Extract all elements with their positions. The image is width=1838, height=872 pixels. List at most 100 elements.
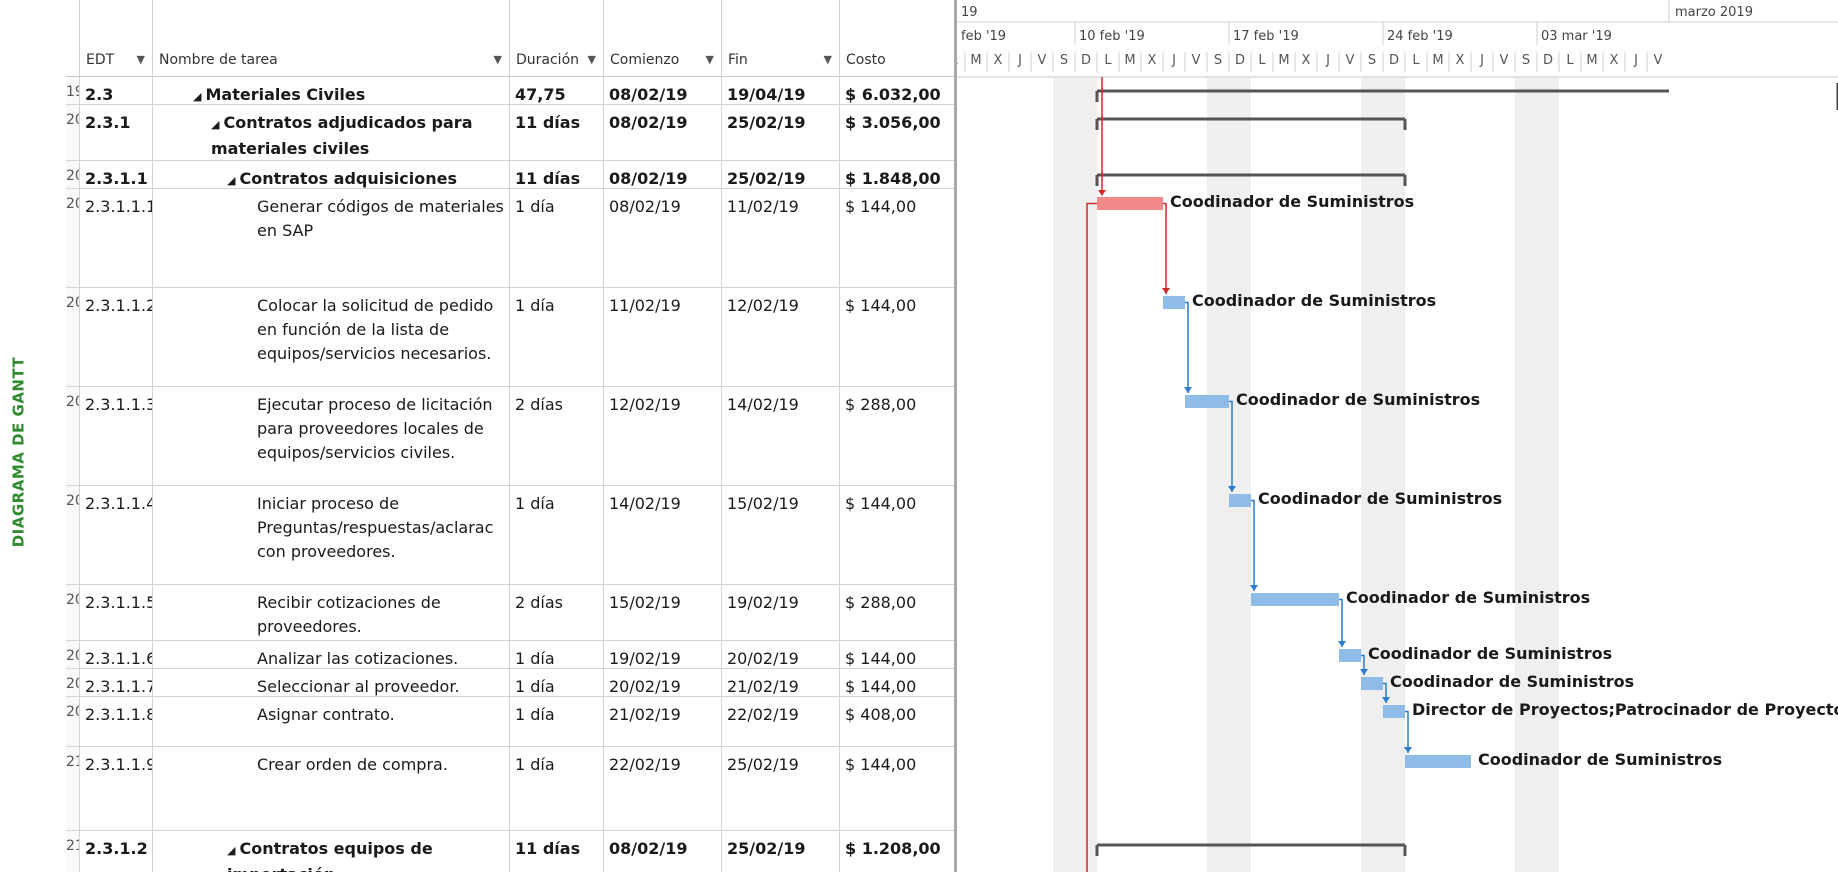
- task-row[interactable]: 210 2.3.1.1.9 Crear orden de compra. 1 día 2…: [66, 747, 954, 831]
- cost-cell[interactable]: $ 144,00: [840, 189, 954, 287]
- finish-cell[interactable]: 19/02/19: [722, 585, 840, 640]
- finish-cell[interactable]: 25/02/19: [722, 747, 840, 830]
- collapse-triangle-icon[interactable]: ◢: [227, 174, 235, 187]
- collapse-triangle-icon[interactable]: ◢: [193, 90, 201, 103]
- task-bar[interactable]: [1339, 649, 1361, 662]
- summary-task-row[interactable]: 199 2.3 ◢ Materiales Civiles 47,75 días 08/02…: [66, 77, 954, 105]
- row-id-cell[interactable]: 203: [66, 288, 80, 386]
- start-cell[interactable]: 08/02/19: [604, 77, 722, 104]
- task-row[interactable]: 205 2.3.1.1.4 Iniciar proceso de Preguntas…: [66, 486, 954, 585]
- row-id-cell[interactable]: 211: [66, 831, 80, 872]
- task-bar[interactable]: [1163, 296, 1185, 309]
- edt-cell[interactable]: 2.3.1.1.2: [80, 288, 153, 386]
- start-cell[interactable]: 11/02/19: [604, 288, 722, 386]
- row-id-cell[interactable]: 201: [66, 161, 80, 188]
- start-cell[interactable]: 08/02/19: [604, 105, 722, 160]
- duration-cell[interactable]: 11 días: [510, 105, 604, 160]
- finish-cell[interactable]: 22/02/19: [722, 697, 840, 746]
- name-cell[interactable]: Seleccionar al proveedor.: [153, 669, 510, 696]
- summary-task-row[interactable]: 211 2.3.1.2 ◢Contratos equipos de importac…: [66, 831, 954, 872]
- name-cell[interactable]: ◢Contratos equipos de importación: [153, 831, 510, 872]
- edt-cell[interactable]: 2.3: [80, 77, 153, 104]
- row-id-cell[interactable]: 205: [66, 486, 80, 584]
- collapse-triangle-icon[interactable]: ◢: [227, 844, 235, 857]
- start-cell[interactable]: 20/02/19: [604, 669, 722, 696]
- row-id-cell[interactable]: 206: [66, 585, 80, 640]
- cost-cell[interactable]: $ 144,00: [840, 288, 954, 386]
- task-bar[interactable]: [1405, 755, 1471, 768]
- edt-cell[interactable]: 2.3.1.1.9: [80, 747, 153, 830]
- finish-cell[interactable]: 25/02/19: [722, 161, 840, 188]
- finish-cell[interactable]: 19/04/19: [722, 77, 840, 104]
- start-cell[interactable]: 14/02/19: [604, 486, 722, 584]
- duration-cell[interactable]: 11 días: [510, 831, 604, 872]
- column-header-name[interactable]: Nombre de tarea ▼: [153, 0, 510, 77]
- task-row[interactable]: 203 2.3.1.1.2 Colocar la solicitud de pedi…: [66, 288, 954, 387]
- filter-dropdown-icon[interactable]: ▼: [137, 53, 145, 66]
- name-cell[interactable]: Analizar las cotizaciones.: [153, 641, 510, 668]
- edt-cell[interactable]: 2.3.1.1.6: [80, 641, 153, 668]
- edt-cell[interactable]: 2.3.1.1.3: [80, 387, 153, 485]
- duration-cell[interactable]: 1 día: [510, 189, 604, 287]
- finish-cell[interactable]: 14/02/19: [722, 387, 840, 485]
- cost-cell[interactable]: $ 1.848,00: [840, 161, 954, 188]
- start-cell[interactable]: 08/02/19: [604, 161, 722, 188]
- cost-cell[interactable]: $ 288,00: [840, 585, 954, 640]
- start-cell[interactable]: 15/02/19: [604, 585, 722, 640]
- edt-cell[interactable]: 2.3.1.1.5: [80, 585, 153, 640]
- edt-cell[interactable]: 2.3.1.1.1: [80, 189, 153, 287]
- cost-cell[interactable]: $ 144,00: [840, 669, 954, 696]
- duration-cell[interactable]: 1 día: [510, 697, 604, 746]
- duration-cell[interactable]: 1 día: [510, 669, 604, 696]
- finish-cell[interactable]: 15/02/19: [722, 486, 840, 584]
- column-header-id-col[interactable]: [66, 0, 80, 77]
- task-bar[interactable]: [1185, 395, 1229, 408]
- task-bar[interactable]: [1229, 494, 1251, 507]
- name-cell[interactable]: Generar códigos de materiales en SAP: [153, 189, 510, 287]
- filter-dropdown-icon[interactable]: ▼: [588, 53, 596, 66]
- cost-cell[interactable]: $ 144,00: [840, 747, 954, 830]
- cost-cell[interactable]: $ 1.208,00: [840, 831, 954, 872]
- filter-dropdown-icon[interactable]: ▼: [706, 53, 714, 66]
- cost-cell[interactable]: $ 144,00: [840, 641, 954, 668]
- duration-cell[interactable]: 1 día: [510, 747, 604, 830]
- gantt-chart-canvas[interactable]: 19 marzo 2019 feb '19 10 feb '19 17 feb '19 2…: [957, 0, 1838, 872]
- duration-cell[interactable]: 2 días: [510, 585, 604, 640]
- task-row[interactable]: 207 2.3.1.1.6 Analizar las cotizaciones. 1 …: [66, 641, 954, 669]
- name-cell[interactable]: Crear orden de compra.: [153, 747, 510, 830]
- edt-cell[interactable]: 2.3.1: [80, 105, 153, 160]
- task-row[interactable]: 204 2.3.1.1.3 Ejecutar proceso de licitaci…: [66, 387, 954, 486]
- cost-cell[interactable]: $ 3.056,00: [840, 105, 954, 160]
- summary-task-row[interactable]: 201 2.3.1.1 ◢ Contratos adquisiciones local…: [66, 161, 954, 189]
- task-bar[interactable]: [1251, 593, 1339, 606]
- duration-cell[interactable]: 1 día: [510, 288, 604, 386]
- name-cell[interactable]: Asignar contrato.: [153, 697, 510, 746]
- finish-cell[interactable]: 11/02/19: [722, 189, 840, 287]
- column-header-finish[interactable]: Fin ▼: [722, 0, 840, 77]
- duration-cell[interactable]: 1 día: [510, 641, 604, 668]
- finish-cell[interactable]: 25/02/19: [722, 105, 840, 160]
- finish-cell[interactable]: 12/02/19: [722, 288, 840, 386]
- row-id-cell[interactable]: 209: [66, 697, 80, 746]
- name-cell[interactable]: Iniciar proceso de Preguntas/respuestas/…: [153, 486, 510, 584]
- cost-cell[interactable]: $ 144,00: [840, 486, 954, 584]
- task-bar[interactable]: [1097, 197, 1163, 210]
- cost-cell[interactable]: $ 6.032,00: [840, 77, 954, 104]
- finish-cell[interactable]: 21/02/19: [722, 669, 840, 696]
- column-header-duration[interactable]: Duración ▼: [510, 0, 604, 77]
- edt-cell[interactable]: 2.3.1.1: [80, 161, 153, 188]
- view-label[interactable]: DIAGRAMA DE GANTT: [9, 357, 27, 548]
- task-row[interactable]: 202 2.3.1.1.1 Generar códigos de materiale…: [66, 189, 954, 288]
- row-id-cell[interactable]: 200: [66, 105, 80, 160]
- name-cell[interactable]: ◢ Contratos adjudicados para materiales c…: [153, 105, 510, 160]
- task-row[interactable]: 208 2.3.1.1.7 Seleccionar al proveedor. 1 d…: [66, 669, 954, 697]
- finish-cell[interactable]: 20/02/19: [722, 641, 840, 668]
- finish-cell[interactable]: 25/02/19: [722, 831, 840, 872]
- name-cell[interactable]: ◢ Contratos adquisiciones locales: [153, 161, 510, 188]
- name-cell[interactable]: Recibir cotizaciones de proveedores.: [153, 585, 510, 640]
- duration-cell[interactable]: 11 días: [510, 161, 604, 188]
- column-header-start[interactable]: Comienzo ▼: [604, 0, 722, 77]
- row-id-cell[interactable]: 204: [66, 387, 80, 485]
- task-row[interactable]: 206 2.3.1.1.5 Recibir cotizaciones de prov…: [66, 585, 954, 641]
- edt-cell[interactable]: 2.3.1.1.4: [80, 486, 153, 584]
